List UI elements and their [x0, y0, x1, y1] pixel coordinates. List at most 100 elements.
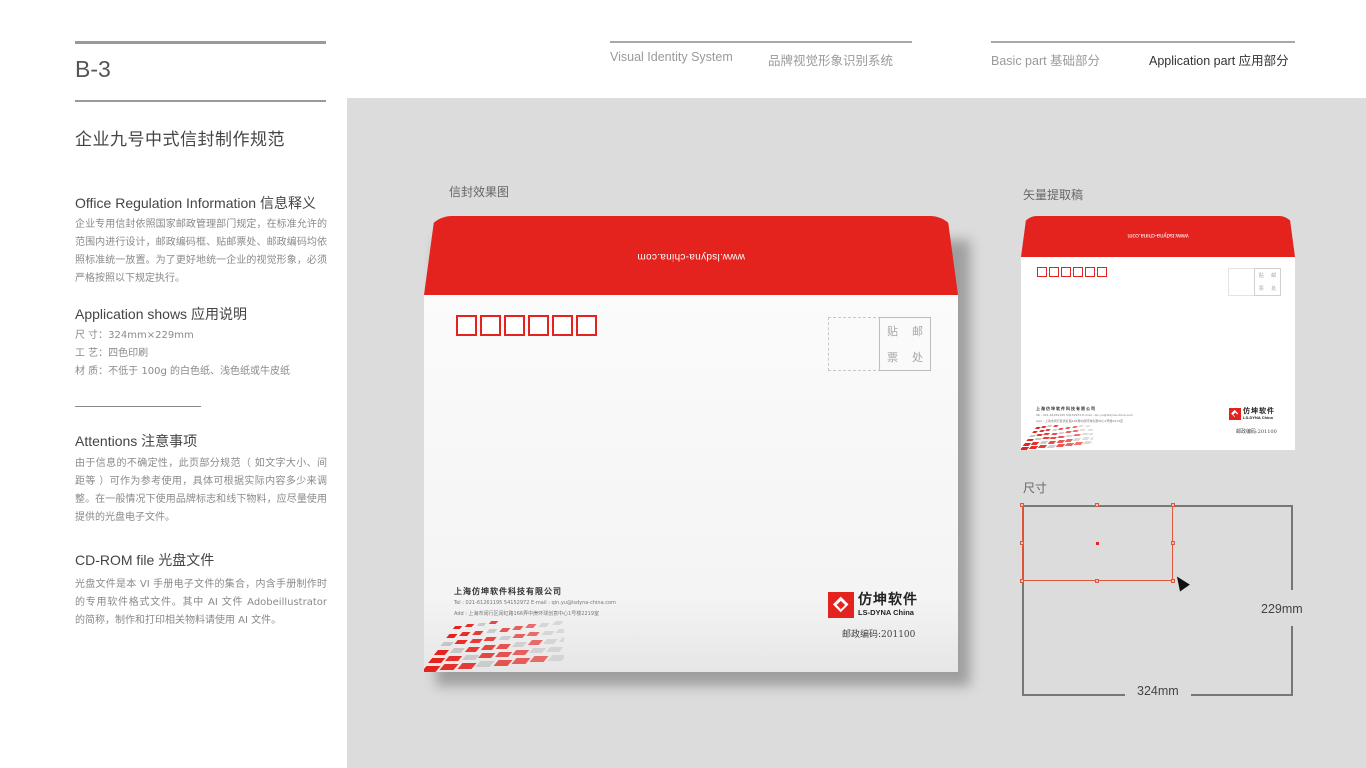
title-en: Office Regulation Information [75, 195, 260, 211]
stamp-box: 贴 邮 票 处 [879, 317, 931, 371]
vector-flap-url: www.lsdyna-china.com [1127, 232, 1189, 238]
pattern-tile [547, 654, 564, 661]
stamp-char: 票 [887, 351, 898, 364]
vector-envelope-flap: www.lsdyna-china.com [1021, 216, 1295, 257]
pattern-tile [433, 650, 450, 655]
vi-manual-page: B-3 企业九号中式信封制作规范 Office Regulation Infor… [0, 0, 1366, 768]
logo-cn: 仿坤软件 [858, 592, 918, 608]
effect-label: 信封效果图 [449, 185, 510, 199]
pattern-tile [1078, 425, 1085, 428]
resize-handle[interactable] [1020, 503, 1024, 507]
resize-handle[interactable] [1020, 541, 1024, 545]
pattern-tile [483, 637, 497, 642]
nav-application-part[interactable]: Application part 应用部分 [1149, 50, 1289, 69]
pattern-tile [499, 627, 511, 632]
pattern-tile [452, 626, 463, 629]
pattern-tile [493, 659, 513, 666]
width-label: 324mm [1137, 684, 1179, 698]
resize-handle[interactable] [1020, 579, 1024, 583]
pattern-tile [529, 656, 549, 663]
flap-url: www.lsdyna-china.com [637, 251, 745, 262]
pattern-tile [555, 629, 564, 634]
vector-contact-tel: Tel : 021-61261195 54152972 E-mail : qin… [1036, 413, 1134, 417]
page-code: B-3 [75, 56, 111, 82]
pattern-tile [1079, 429, 1087, 432]
short-divider [75, 406, 201, 407]
postcode: 邮政编码:201100 [842, 630, 916, 640]
spec-size: 尺 寸：324mm×229mm [75, 330, 194, 341]
logo-mark-icon [828, 592, 854, 618]
pattern-tile [1041, 426, 1047, 428]
header-rule-parts [991, 41, 1295, 43]
logo-text: 仿坤软件 LS-DYNA China [858, 592, 918, 618]
resize-handle[interactable] [1095, 579, 1099, 583]
pattern-tile [472, 630, 485, 635]
pattern-tile [1032, 431, 1038, 433]
postal-code-box [1085, 267, 1095, 277]
vector-brand-logo: 仿坤软件 LS-DYNA China [1229, 408, 1275, 420]
height-label: 229mm [1261, 602, 1303, 616]
pattern-tile [1050, 432, 1058, 435]
pattern-tile [486, 629, 498, 633]
title-en: CD-ROM file [75, 552, 159, 568]
postal-code-box [1073, 267, 1083, 277]
resize-handle[interactable] [1171, 503, 1175, 507]
pattern-tile [526, 632, 540, 637]
section-attentions-title: Attentions 注意事项 [75, 431, 197, 451]
spec-process: 工 艺：四色印刷 [75, 348, 149, 359]
pattern-tile [527, 640, 543, 646]
pattern-tile [512, 626, 524, 630]
pattern-tile [1088, 432, 1093, 435]
section-application-body: 尺 寸：324mm×229mm 工 艺：四色印刷 材 质：不低于 100g 的白… [75, 327, 327, 381]
pattern-tile [1045, 429, 1052, 432]
nav-basic-part[interactable]: Basic part 基础部分 [991, 50, 1100, 69]
postal-code-box [480, 315, 501, 336]
pattern-tile [440, 642, 454, 647]
pattern-tile [1035, 427, 1041, 429]
center-point [1096, 542, 1099, 545]
title-en: Application shows [75, 306, 191, 322]
vector-postal-code-boxes [1037, 267, 1107, 277]
pattern-tile [464, 624, 475, 628]
section-application-title: Application shows 应用说明 [75, 304, 247, 324]
stamp-char: 邮 [912, 325, 923, 338]
pattern-tile [497, 635, 512, 640]
pattern-tile [541, 630, 555, 635]
contact-tel: Tel : 021-61261195 54152972 E-mail : qin… [454, 600, 616, 606]
pattern-tile [444, 656, 462, 662]
resize-handle[interactable] [1095, 503, 1099, 507]
vector-postcode: 邮政编码:201100 [1236, 429, 1277, 435]
section-office-body: 企业专用信封依照国家邮政管理部门规定，在标准允许的范围内进行设计，邮政编码框、贴… [75, 219, 327, 284]
top-rule [75, 41, 326, 44]
postal-code-box [456, 315, 477, 336]
pattern-tile [1048, 440, 1057, 444]
logo-en: LS-DYNA China [1243, 415, 1273, 420]
pattern-tile [480, 645, 496, 650]
logo-text: 仿坤软件 LS-DYNA China [1243, 407, 1275, 421]
postal-code-box [528, 315, 549, 336]
pattern-tile [1058, 427, 1065, 430]
pattern-tile [478, 653, 496, 659]
pattern-tile [457, 662, 477, 669]
pattern-tile [439, 664, 459, 671]
pattern-tile [543, 638, 559, 644]
pattern-tile [427, 658, 445, 664]
resize-handle[interactable] [1171, 541, 1175, 545]
pattern-tile [465, 646, 481, 652]
pattern-tile [558, 637, 564, 642]
pattern-tile [475, 661, 495, 668]
stamp-char: 处 [912, 351, 923, 364]
postal-code-boxes [456, 315, 597, 336]
page-title: 企业九号中式信封制作规范 [75, 130, 285, 150]
postal-code-box [504, 315, 525, 336]
postal-code-box [1061, 267, 1071, 277]
pattern-tile [494, 651, 513, 657]
title-cn: 应用说明 [190, 307, 247, 323]
pattern-tile [469, 638, 483, 643]
pattern-tile [512, 634, 526, 639]
pattern-tile [538, 622, 551, 627]
section-office-title: Office Regulation Information 信息释义 [75, 193, 316, 213]
size-label: 尺寸 [1023, 481, 1048, 495]
pattern-tile [449, 648, 465, 654]
logo-cn: 仿坤软件 [1243, 407, 1275, 415]
